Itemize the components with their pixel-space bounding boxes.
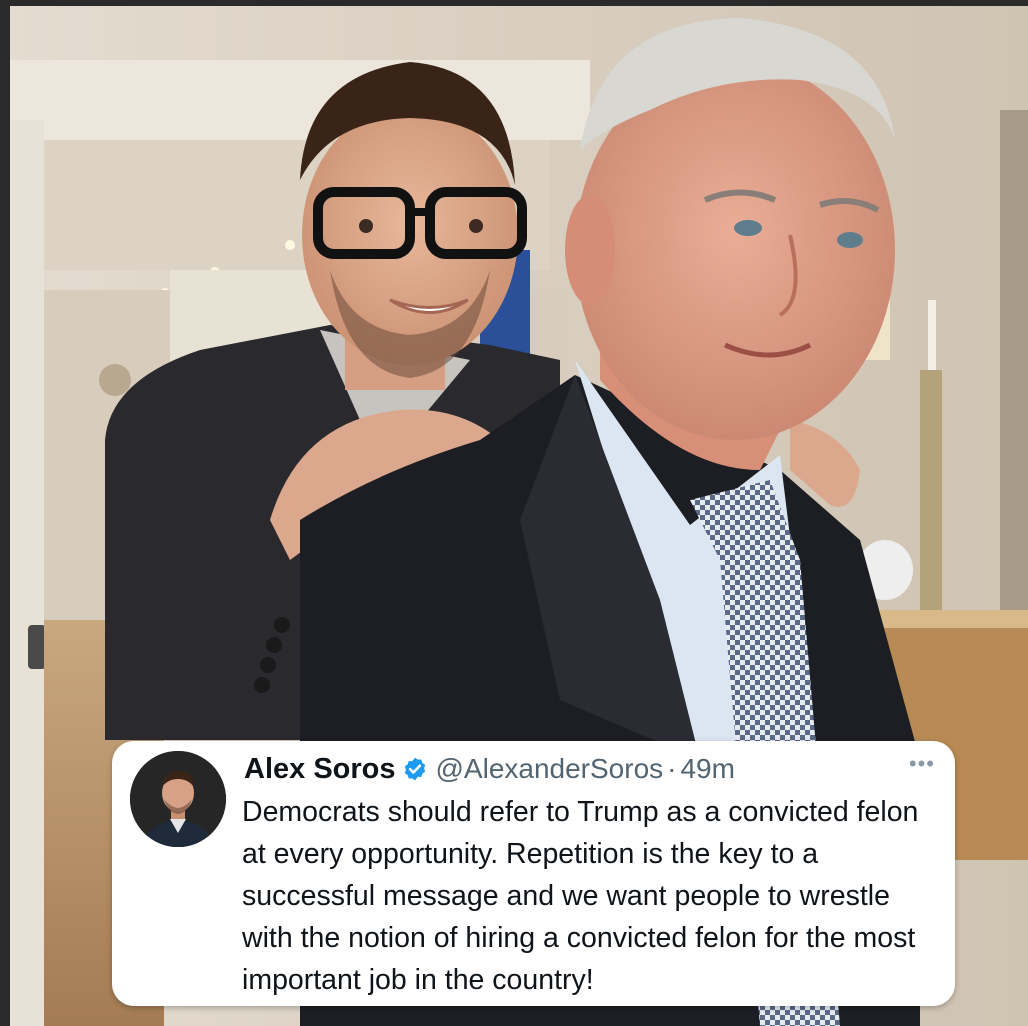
timestamp[interactable]: 49m (680, 753, 734, 785)
avatar-image (130, 751, 226, 847)
more-options-icon[interactable]: ••• (909, 749, 935, 779)
verified-badge-icon (404, 757, 425, 781)
tweet-text: Democrats should refer to Trump as a con… (242, 796, 919, 996)
tweet-card[interactable]: Alex Soros @AlexanderSoros · 49m ••• Dem… (112, 741, 955, 1006)
display-name[interactable]: Alex Soros (244, 753, 396, 786)
tweet-header: Alex Soros @AlexanderSoros · 49m (244, 747, 735, 791)
handle[interactable]: @AlexanderSoros (436, 753, 664, 785)
avatar[interactable] (130, 751, 226, 847)
separator-dot: · (667, 753, 677, 784)
